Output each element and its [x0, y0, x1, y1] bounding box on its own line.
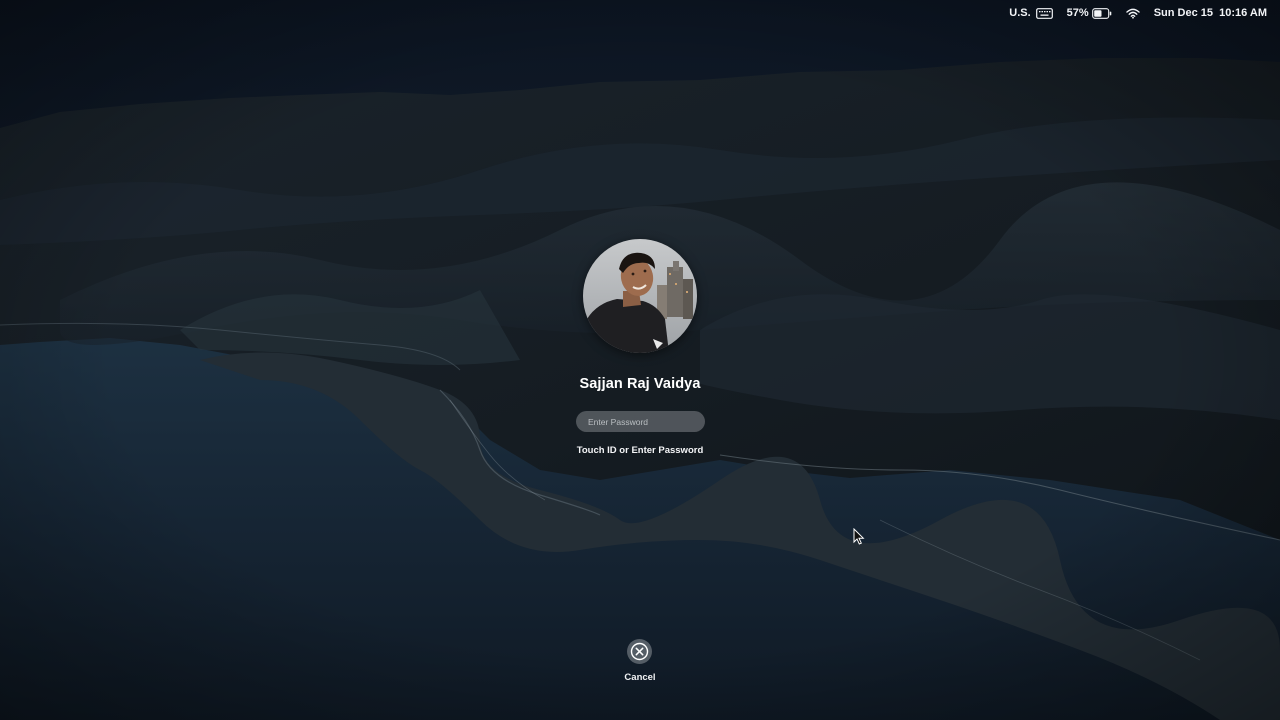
cancel-label: Cancel [624, 672, 656, 683]
user-avatar[interactable] [583, 239, 697, 353]
login-hint: Touch ID or Enter Password [576, 445, 704, 456]
password-field[interactable] [576, 411, 705, 432]
cancel-button[interactable]: Cancel [610, 637, 670, 689]
user-photo [583, 239, 697, 353]
login-screen: U.S. 57% Sun Dec 15 10:16 AM Sajjan Raj … [0, 0, 1280, 720]
login-panel: Sajjan Raj Vaidya Touch ID or Enter Pass… [0, 0, 1280, 720]
close-circle-icon [627, 639, 652, 664]
user-name: Sajjan Raj Vaidya [579, 376, 701, 392]
pointer-cursor-icon [853, 528, 865, 545]
